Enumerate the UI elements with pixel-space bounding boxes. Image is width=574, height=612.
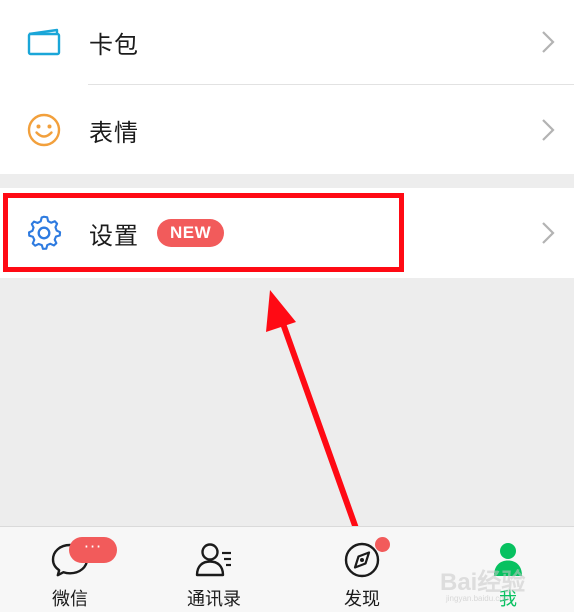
tab-discover[interactable]: 发现 bbox=[307, 527, 417, 612]
tab-label: 通讯录 bbox=[187, 589, 241, 610]
me-icon bbox=[494, 543, 522, 576]
tab-label: 微信 bbox=[52, 589, 88, 610]
tab-label: 发现 bbox=[344, 589, 380, 610]
annotation-arrow bbox=[266, 290, 366, 551]
tab-me[interactable]: 我 bbox=[453, 527, 563, 612]
discover-dot-badge bbox=[375, 537, 390, 552]
tab-label: 我 bbox=[499, 589, 517, 610]
unread-badge: ··· bbox=[69, 537, 117, 563]
tab-contacts[interactable]: 通讯录 bbox=[159, 527, 269, 612]
contacts-icon bbox=[195, 543, 231, 577]
